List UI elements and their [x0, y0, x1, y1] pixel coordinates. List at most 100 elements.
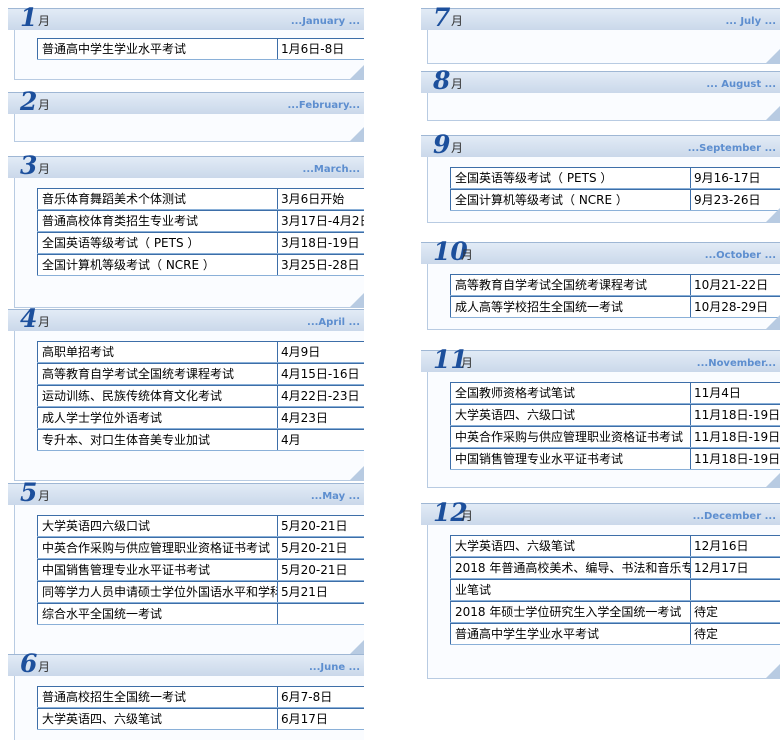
exam-row: 高等教育自学考试全国统考课程考试 10月21-22日: [450, 274, 780, 296]
exam-row: 成人高等学校招生全国统一考试 10月28-29日: [450, 296, 780, 318]
page-fold-corner: [350, 466, 364, 480]
exam-date: 1月6日-8日: [277, 38, 364, 59]
exam-row: 大学英语四、六级口试 11月18日-19日: [450, 404, 780, 426]
month-suffix: 月: [38, 14, 51, 28]
exam-name: 2018 年普通高校美术、编导、书法和音乐专: [450, 557, 690, 578]
exam-name: 全国英语等级考试（ PETS ）: [450, 167, 690, 188]
page-fold-corner: [766, 208, 780, 222]
month-suffix: 月: [461, 509, 474, 523]
exam-date: 9月16-17日: [690, 167, 780, 188]
exam-name: 普通高校招生全国统一考试: [37, 686, 277, 707]
exam-row: 业笔试: [450, 579, 780, 601]
page-fold-corner: [766, 49, 780, 63]
exam-name: 普通高中学生学业水平考试: [450, 623, 690, 644]
page-fold-corner: [350, 127, 364, 141]
month-body: 普通高中学生学业水平考试 1月6日-8日: [14, 30, 364, 80]
month-english-name: ...February...: [287, 100, 361, 111]
exam-date: 11月18日-19日: [690, 404, 780, 425]
month-english-name: ...April ...: [307, 317, 360, 328]
month-number: 8: [433, 66, 451, 95]
exam-list: 音乐体育舞蹈美术个体测试 3月6日开始 普通高校体育类招生专业考试 3月17日-4月2…: [37, 188, 364, 276]
month-suffix: 月: [38, 660, 51, 674]
exam-row: 大学英语四六级口试 5月20-21日: [37, 515, 364, 537]
month-english-name: ...May ...: [310, 491, 360, 502]
month-block-12: 12 月 ...December ... 大学英语四、六级笔试 12月16日 2018 年…: [421, 500, 780, 679]
exam-name: 运动训练、民族传统体育文化考试: [37, 385, 277, 406]
exam-name: 2018 年硕士学位研究生入学全国统一考试: [450, 601, 690, 622]
exam-date: 3月6日开始: [277, 188, 364, 209]
month-suffix: 月: [451, 141, 464, 155]
exam-row: 高等教育自学考试全国统考课程考试 4月15日-16日: [37, 363, 364, 385]
month-body: 音乐体育舞蹈美术个体测试 3月6日开始 普通高校体育类招生专业考试 3月17日-4月2…: [14, 178, 364, 308]
month-block-9: 9 月 ...September ... 全国英语等级考试（ PETS ） 9月16-1…: [421, 132, 780, 223]
exam-date: [690, 579, 780, 600]
exam-name: 全国计算机等级考试（ NCRE ）: [37, 254, 277, 275]
month-header: 3 月 ...March...: [8, 153, 364, 179]
month-header: 12 月 ...December ...: [421, 500, 780, 526]
month-header: 11 月 ...November...: [421, 347, 780, 373]
exam-row: 高职单招考试 4月9日: [37, 341, 364, 363]
exam-name: 中国销售管理专业水平证书考试: [450, 448, 690, 469]
exam-date: 9月23-26日: [690, 189, 780, 210]
page-fold-corner: [350, 640, 364, 654]
exam-date: 10月28-29日: [690, 296, 780, 317]
exam-name: 大学英语四、六级笔试: [450, 535, 690, 556]
exam-row: 2018 年硕士学位研究生入学全国统一考试 待定: [450, 601, 780, 623]
month-header: 7 月 ... July ...: [421, 5, 780, 31]
month-english-name: ...October ...: [704, 250, 776, 261]
month-body: 全国英语等级考试（ PETS ） 9月16-17日 全国计算机等级考试（ NCRE …: [427, 157, 780, 223]
exam-date: 4月: [277, 429, 364, 450]
month-body: 大学英语四、六级笔试 12月16日 2018 年普通高校美术、编导、书法和音乐专 12…: [427, 525, 780, 679]
exam-date: 11月18日-19日: [690, 426, 780, 447]
month-number: 1: [20, 3, 38, 32]
month-suffix: 月: [38, 489, 51, 503]
exam-row: 综合水平全国统一考试: [37, 603, 364, 625]
exam-list: 大学英语四、六级笔试 12月16日 2018 年普通高校美术、编导、书法和音乐专 12…: [450, 535, 780, 645]
exam-name: 高等教育自学考试全国统考课程考试: [450, 274, 690, 295]
exam-date: 4月9日: [277, 341, 364, 362]
page-fold-corner: [350, 65, 364, 79]
exam-row: 全国计算机等级考试（ NCRE ） 3月25日-28日: [37, 254, 364, 276]
exam-name: 大学英语四、六级笔试: [37, 708, 277, 729]
exam-date: 6月7-8日: [277, 686, 364, 707]
month-number: 4: [20, 304, 38, 333]
month-header: 4 月 ...April ...: [8, 304, 364, 333]
exam-list: 大学英语四六级口试 5月20-21日 中英合作采购与供应管理职业资格证书考试 5月20…: [37, 515, 364, 625]
month-number: 5: [20, 478, 38, 507]
month-block-10: 10 月 ...October ... 高等教育自学考试全国统考课程考试 10月21-2…: [421, 239, 780, 330]
exam-row: 同等学力人员申请硕士学位外国语水平和学科 5月21日: [37, 581, 364, 603]
month-suffix: 月: [451, 14, 464, 28]
exam-row: 成人学士学位外语考试 4月23日: [37, 407, 364, 429]
month-header: 1 月 ...January ...: [8, 3, 364, 32]
month-body: [427, 93, 780, 121]
exam-row: 中英合作采购与供应管理职业资格证书考试 5月20-21日: [37, 537, 364, 559]
exam-date: 待定: [690, 623, 780, 644]
month-english-name: ... August ...: [706, 79, 776, 90]
exam-date: 6月17日: [277, 708, 364, 729]
month-suffix: 月: [461, 248, 474, 262]
exam-name: 中英合作采购与供应管理职业资格证书考试: [450, 426, 690, 447]
exam-date: 5月20-21日: [277, 515, 364, 536]
month-english-name: ...September ...: [687, 143, 776, 154]
exam-date: 4月23日: [277, 407, 364, 428]
exam-row: 普通高校招生全国统一考试 6月7-8日: [37, 686, 364, 708]
month-body: [14, 114, 364, 142]
exam-row: 中国销售管理专业水平证书考试 5月20-21日: [37, 559, 364, 581]
exam-list: 高等教育自学考试全国统考课程考试 10月21-22日 成人高等学校招生全国统一考试 1…: [450, 274, 780, 318]
month-body: 高职单招考试 4月9日 高等教育自学考试全国统考课程考试 4月15日-16日 运动训练、…: [14, 331, 364, 481]
month-body: [427, 30, 780, 64]
exam-name: 业笔试: [450, 579, 690, 600]
exam-date: [277, 603, 364, 624]
exam-name: 音乐体育舞蹈美术个体测试: [37, 188, 277, 209]
page-fold-corner: [766, 106, 780, 120]
month-header: 5 月 ...May ...: [8, 478, 364, 507]
month-suffix: 月: [38, 315, 51, 329]
month-body: 普通高校招生全国统一考试 6月7-8日 大学英语四、六级笔试 6月17日: [14, 676, 364, 740]
exam-list: 高职单招考试 4月9日 高等教育自学考试全国统考课程考试 4月15日-16日 运动训练、…: [37, 341, 364, 451]
month-block-6: 6 月 ...June ... 普通高校招生全国统一考试 6月7-8日 大学英语四、六级笔…: [8, 651, 364, 740]
exam-row: 音乐体育舞蹈美术个体测试 3月6日开始: [37, 188, 364, 210]
exam-row: 大学英语四、六级笔试 6月17日: [37, 708, 364, 730]
month-header: 10 月 ...October ...: [421, 239, 780, 265]
exam-row: 普通高中学生学业水平考试 待定: [450, 623, 780, 645]
exam-row: 中英合作采购与供应管理职业资格证书考试 11月18日-19日: [450, 426, 780, 448]
